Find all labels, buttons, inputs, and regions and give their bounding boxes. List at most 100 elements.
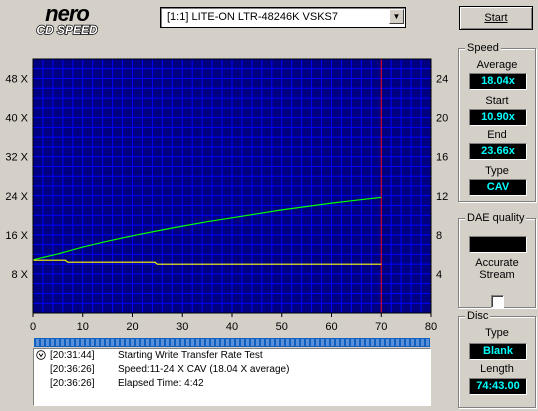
disc-type-value: Blank [469, 343, 527, 360]
log-entry-time: [20:36:26] [50, 378, 95, 389]
log-bar-segment [76, 339, 79, 346]
log-bar-segment [61, 339, 64, 346]
log-bar-segment [91, 339, 94, 346]
start-button-label: Start [484, 12, 508, 24]
log-bar-segment [356, 339, 359, 346]
log-bar-segment [231, 339, 234, 346]
disc-type-label: Type [485, 327, 509, 339]
log-bar-segment [81, 339, 84, 346]
log-bar-segment [171, 339, 174, 346]
log-bar-segment [346, 339, 349, 346]
log-bar-segment [316, 339, 319, 346]
disc-group-title: Disc [465, 310, 491, 322]
log-bar-segment [101, 339, 104, 346]
log-bar-segment [116, 339, 119, 346]
log-bar-segment [401, 339, 404, 346]
log-bar-segment [66, 339, 69, 346]
log-bar-segment [251, 339, 254, 346]
log-entry-message: Starting Write Transfer Rate Test [118, 350, 263, 361]
disc-length-label: Length [480, 363, 514, 375]
end-speed-value: 23.66x [469, 143, 527, 160]
log-bar-segment [131, 339, 134, 346]
log-bar-segment [281, 339, 284, 346]
log-bar-segment [256, 339, 259, 346]
log-bar-segment [96, 339, 99, 346]
log-bar-segment [176, 339, 179, 346]
log-bar-segment [286, 339, 289, 346]
log-bar-segment [411, 339, 414, 346]
log-bar-segment [121, 339, 124, 346]
log-bar-segment [186, 339, 189, 346]
log-bar-segment [361, 339, 364, 346]
y-left-tick-label: 48 X [5, 74, 28, 86]
log-panel: [20:31:44] Starting Write Transfer Rate … [33, 348, 431, 406]
log-bar-segment [86, 339, 89, 346]
start-speed-label: Start [485, 95, 509, 107]
start-button[interactable]: Start [459, 6, 533, 30]
log-bar-segment [266, 339, 269, 346]
average-value: 18.04x [469, 73, 527, 90]
x-tick-label: 70 [375, 321, 387, 333]
log-bar-segment [246, 339, 249, 346]
log-entry-time: [20:31:44] [50, 350, 95, 361]
x-tick-label: 40 [226, 321, 238, 333]
y-left-tick-label: 32 X [5, 152, 28, 164]
log-bar-segment [221, 339, 224, 346]
log-entry-message: Elapsed Time: 4:42 [118, 378, 204, 389]
log-bar-segment [421, 339, 424, 346]
dae-quality-value [469, 236, 527, 253]
log-bar-segment [56, 339, 59, 346]
log-bar-segment [196, 339, 199, 346]
log-bar-segment [191, 339, 194, 346]
log-bar-segment [206, 339, 209, 346]
log-entry-message: Speed:11-24 X CAV (18.04 X average) [118, 364, 290, 375]
log-bar-segment [106, 339, 109, 346]
y-left-tick-label: 8 X [11, 269, 28, 281]
log-entry-time: [20:36:26] [50, 364, 95, 375]
x-tick-label: 0 [30, 321, 36, 333]
end-speed-label: End [487, 129, 507, 141]
log-bar-segment [46, 339, 49, 346]
log-bar-segment [161, 339, 164, 346]
log-bar-segment [406, 339, 409, 346]
log-bar-segment [71, 339, 74, 346]
log-bar-segment [386, 339, 389, 346]
log-bar-segment [126, 339, 129, 346]
stream-label: Stream [479, 269, 515, 281]
drive-select[interactable]: [1:1] LITE-ON LTR-48246K VSKS7 ▼ [160, 7, 406, 28]
y-left-tick-label: 24 X [5, 191, 28, 203]
x-tick-label: 30 [176, 321, 188, 333]
dae-group-title: DAE quality [465, 212, 527, 224]
speed-type-value: CAV [469, 179, 527, 196]
log-bar-segment [146, 339, 149, 346]
log-bar-segment [371, 339, 374, 346]
log-bar-segment [261, 339, 264, 346]
log-scroll-bar[interactable] [34, 338, 430, 347]
average-label: Average [476, 59, 518, 71]
log-bar-segment [166, 339, 169, 346]
dae-quality-group: DAE quality Accurate Stream [458, 212, 536, 308]
start-speed-value: 10.90x [469, 109, 527, 126]
nero-logo: nero CD SPEED [4, 2, 130, 36]
log-bar-segment [416, 339, 419, 346]
log-bar-segment [331, 339, 334, 346]
chevron-down-icon[interactable]: ▼ [389, 9, 404, 24]
log-bar-segment [241, 339, 244, 346]
log-bar-segment [36, 339, 39, 346]
log-bar-segment [326, 339, 329, 346]
log-bar-segment [201, 339, 204, 346]
log-bar-segment [426, 339, 429, 346]
log-bar-segment [376, 339, 379, 346]
accurate-stream-checkbox[interactable] [491, 295, 504, 308]
log-bar-segment [321, 339, 324, 346]
log-bar-segment [151, 339, 154, 346]
log-bar-segment [291, 339, 294, 346]
log-bar-segment [111, 339, 114, 346]
log-bar-segment [181, 339, 184, 346]
info-arrow-icon [36, 350, 46, 360]
y-right-tick-label: 20 [436, 113, 448, 125]
log-bar-segment [226, 339, 229, 346]
log-bar-segment [341, 339, 344, 346]
log-bar-segment [41, 339, 44, 346]
drive-select-value: [1:1] LITE-ON LTR-48246K VSKS7 [167, 11, 338, 23]
